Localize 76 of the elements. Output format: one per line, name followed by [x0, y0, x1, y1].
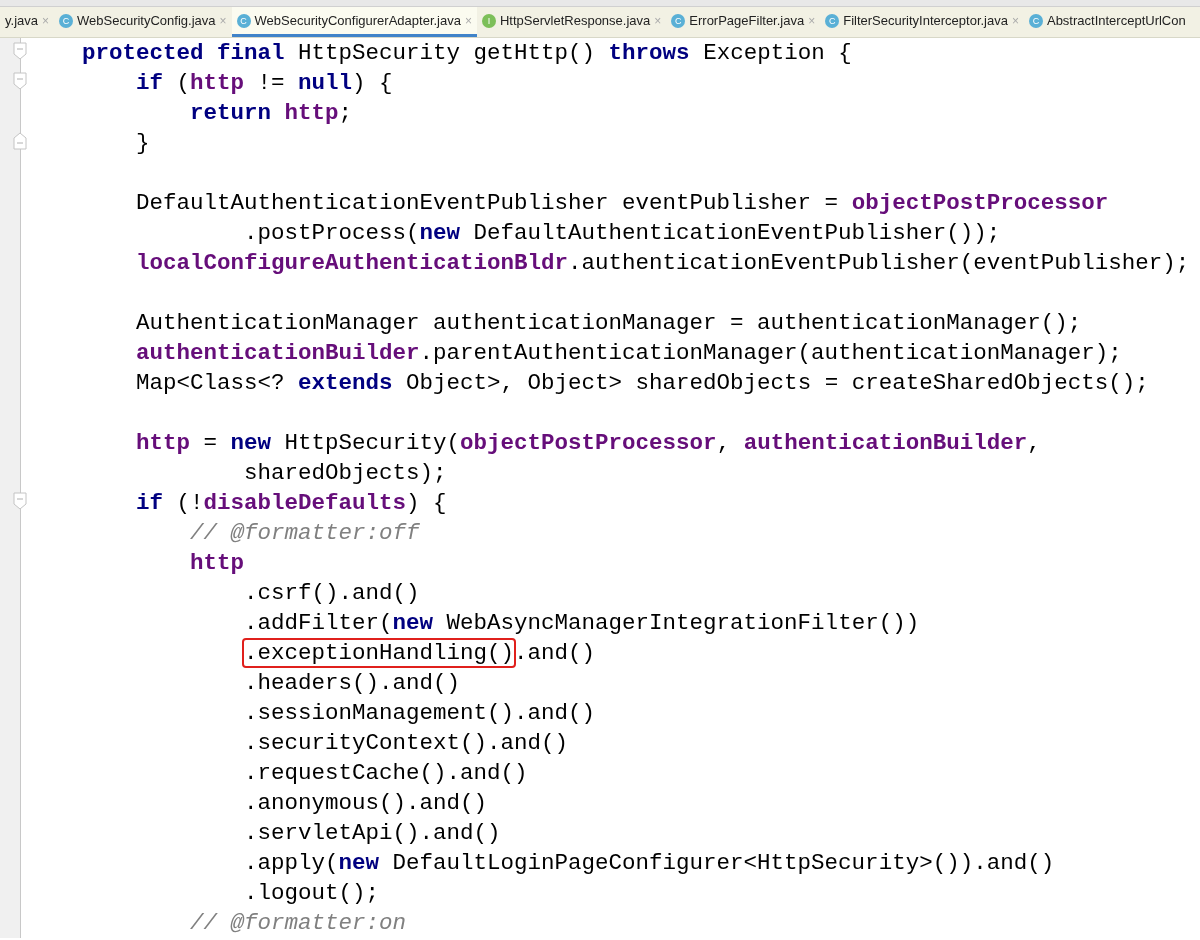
code-token: http — [136, 430, 191, 456]
code-token: .postProcess( — [244, 220, 420, 246]
code-token: extends — [298, 370, 394, 396]
code-token: HttpSecurity getHttp() — [298, 40, 597, 66]
code-token: localConfigureAuthenticationBldr — [136, 250, 569, 276]
file-type-icon: C — [236, 13, 251, 28]
code-token: authenticationBuilder — [136, 340, 420, 366]
code-token: http — [284, 100, 339, 126]
code-token: .headers().and() — [244, 670, 461, 696]
code-token: new — [338, 850, 381, 876]
code-token: } — [136, 130, 150, 156]
code-token: .securityContext().and() — [244, 730, 569, 756]
code-token: authenticationBuilder — [743, 430, 1028, 456]
code-token: .servletApi().and() — [244, 820, 501, 846]
editor-tab[interactable]: y.java × — [0, 7, 54, 37]
code-token: null — [298, 70, 353, 96]
code-token: objectPostProcessor — [460, 430, 717, 456]
code-token: if — [136, 490, 164, 516]
code-token: Map<Class<? — [136, 370, 286, 396]
code-token: .logout(); — [244, 880, 380, 906]
code-token: != — [257, 70, 286, 96]
code-token: .csrf().and() — [244, 580, 420, 606]
code-token: http — [190, 550, 245, 576]
fold-marker-icon[interactable] — [13, 72, 27, 90]
code-token: , — [716, 430, 732, 456]
file-type-icon: C — [825, 13, 840, 28]
file-type-icon: C — [671, 13, 686, 28]
editor-tab[interactable]: C AbstractInterceptUrlCon — [1023, 7, 1191, 37]
code-token: DefaultAuthenticationEventPublisher eventPublisher = — [136, 190, 840, 216]
editor-tab[interactable]: C FilterSecurityInterceptor.java × — [820, 7, 1024, 37]
editor-tab[interactable]: C WebSecurityConfigurerAdapter.java × — [231, 7, 477, 37]
fold-marker-icon[interactable] — [13, 42, 27, 60]
code-token: WebAsyncManagerIntegrationFilter()) — [446, 610, 920, 636]
editor-tab[interactable]: C WebSecurityConfig.java × — [54, 7, 232, 37]
code-token: Exception { — [703, 40, 852, 66]
code-token: .parentAuthenticationManager(authenticationManager); — [419, 340, 1122, 366]
code-token: // @formatter:off — [190, 520, 420, 546]
code-token: ) { — [352, 70, 393, 96]
code-token: Object>, Object> sharedObjects = createSharedObjects(); — [406, 370, 1149, 396]
code-token: new — [392, 610, 435, 636]
code-token: AuthenticationManager authenticationManager = authenticationManager(); — [136, 310, 1082, 336]
code-token: (! — [176, 490, 204, 516]
file-type-icon: I — [482, 13, 496, 28]
code-token: new — [419, 220, 462, 246]
code-token: .requestCache().and() — [244, 760, 528, 786]
code-token: .and() — [514, 640, 596, 666]
code-token: DefaultLoginPageConfigurer<HttpSecurity>()).and() — [392, 850, 1055, 876]
code-token: http — [190, 70, 246, 96]
code-token: = — [203, 430, 219, 456]
fold-marker-icon[interactable] — [13, 132, 27, 150]
code-token: return — [190, 100, 273, 126]
code-token: disableDefaults — [203, 490, 407, 516]
code-token: .authenticationEventPublisher(eventPublisher); — [568, 250, 1190, 276]
fold-marker-icon[interactable] — [13, 492, 27, 510]
code-token: .addFilter( — [244, 610, 393, 636]
code-token: ) { — [406, 490, 447, 516]
code-token: if — [136, 70, 164, 96]
code-token: throws — [608, 40, 691, 66]
file-type-icon: C — [1028, 13, 1043, 28]
code-token: // @formatter:on — [190, 910, 407, 936]
code-token: ; — [338, 100, 353, 126]
code-token: objectPostProcessor — [851, 190, 1109, 216]
code-token: .sessionManagement().and() — [244, 700, 596, 726]
code-token: ( — [176, 70, 191, 96]
code-token: .anonymous().and() — [244, 790, 488, 816]
editor-tab[interactable]: C ErrorPageFilter.java × — [666, 7, 821, 37]
code-token: sharedObjects); — [244, 460, 447, 486]
code-token: new — [230, 430, 273, 456]
code-token: HttpSecurity( — [284, 430, 461, 456]
file-type-icon: C — [59, 13, 73, 28]
code-token: protected final — [82, 40, 286, 66]
code-token: , — [1027, 430, 1041, 456]
highlighted-code: .exceptionHandling() — [244, 640, 515, 666]
editor-tab[interactable]: I HttpServletResponse.java × — [477, 7, 667, 37]
code-token: DefaultAuthenticationEventPublisher()); — [473, 220, 1001, 246]
code-token: .apply( — [244, 850, 339, 876]
